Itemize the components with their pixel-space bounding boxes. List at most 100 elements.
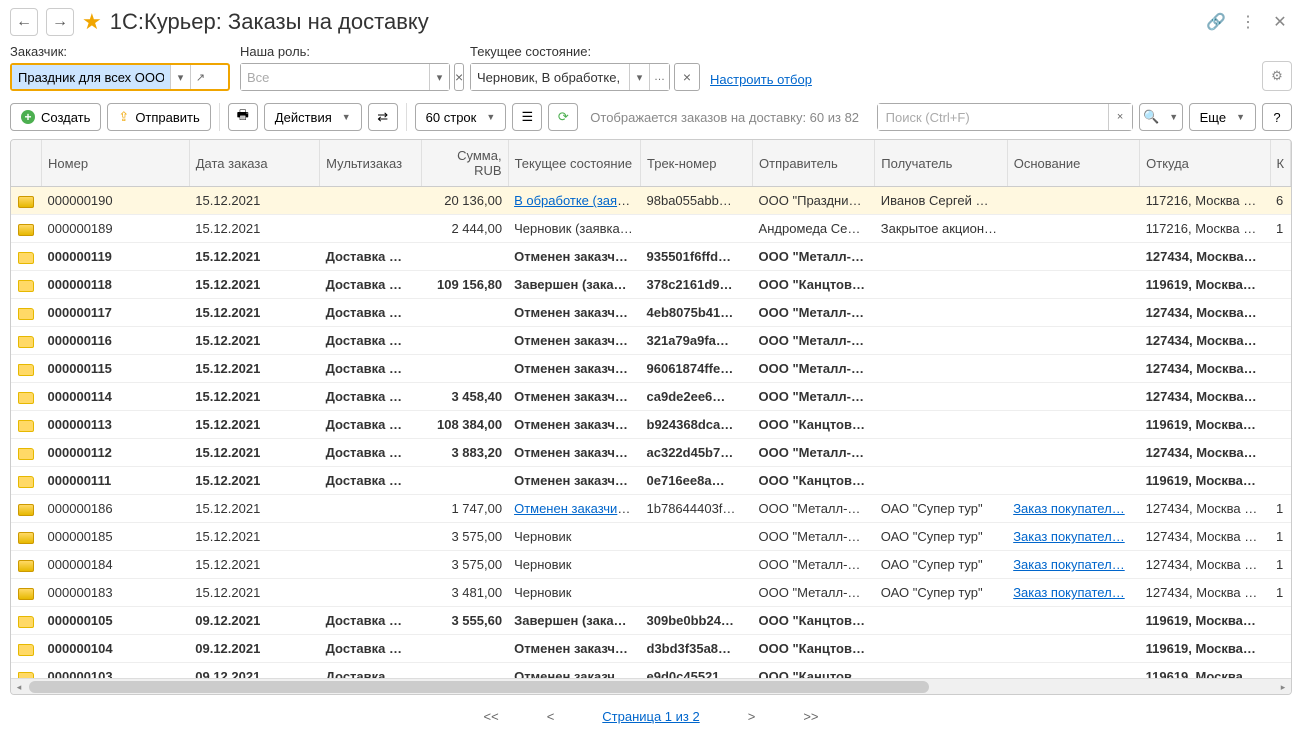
cell-sum bbox=[422, 663, 509, 679]
col-date[interactable]: Дата заказа bbox=[189, 140, 319, 187]
table-row[interactable]: 00000018415.12.20213 575,00ЧерновикООО "… bbox=[11, 551, 1291, 579]
refresh-button[interactable]: ⟳ bbox=[548, 103, 578, 131]
scroll-left-icon[interactable]: ◂ bbox=[11, 679, 27, 695]
state-label: Текущее состояние: bbox=[470, 44, 700, 59]
create-button[interactable]: +Создать bbox=[10, 103, 101, 131]
link-icon[interactable]: 🔗 bbox=[1204, 10, 1228, 34]
table-row[interactable]: 00000018315.12.20213 481,00ЧерновикООО "… bbox=[11, 579, 1291, 607]
state-link[interactable]: В обработке (заяв… bbox=[514, 193, 637, 208]
cell-state: Черновик bbox=[508, 579, 640, 607]
cell-sender: Андромеда Се… bbox=[753, 215, 875, 243]
state-dropdown-icon[interactable]: ▾ bbox=[629, 64, 649, 90]
settings-gear-icon[interactable]: ⚙ bbox=[1262, 61, 1292, 91]
table-row[interactable]: 00000011915.12.2021Доставка …Отменен зак… bbox=[11, 243, 1291, 271]
close-icon[interactable]: ✕ bbox=[1268, 10, 1292, 34]
col-icon[interactable] bbox=[11, 140, 42, 187]
role-input[interactable] bbox=[241, 64, 429, 90]
table-row[interactable]: 00000018515.12.20213 575,00ЧерновикООО "… bbox=[11, 523, 1291, 551]
table-row[interactable]: 00000011315.12.2021Доставка …108 384,00О… bbox=[11, 411, 1291, 439]
favorite-star-icon[interactable]: ★ bbox=[82, 9, 102, 35]
scroll-thumb[interactable] bbox=[29, 681, 929, 693]
table-row[interactable]: 00000011115.12.2021Доставка …Отменен зак… bbox=[11, 467, 1291, 495]
page-prev-button[interactable]: < bbox=[547, 709, 555, 724]
cell-recv bbox=[875, 467, 1007, 495]
cell-sender: ООО "Праздни… bbox=[753, 187, 875, 215]
table-row[interactable]: 00000018615.12.20211 747,00Отменен заказ… bbox=[11, 495, 1291, 523]
page-indicator[interactable]: Страница 1 из 2 bbox=[602, 709, 699, 724]
basis-link[interactable]: Заказ покупател… bbox=[1013, 501, 1125, 516]
divider bbox=[406, 103, 407, 131]
table-row[interactable]: 00000011515.12.2021Доставка …Отменен зак… bbox=[11, 355, 1291, 383]
page-first-button[interactable]: << bbox=[484, 709, 499, 724]
state-more-icon[interactable]: … bbox=[649, 64, 669, 90]
customer-dropdown-icon[interactable]: ▾ bbox=[170, 65, 190, 89]
role-dropdown-icon[interactable]: ▾ bbox=[429, 64, 449, 90]
state-clear-button[interactable]: × bbox=[674, 63, 700, 91]
col-multi[interactable]: Мультизаказ bbox=[320, 140, 422, 187]
col-basis[interactable]: Основание bbox=[1007, 140, 1139, 187]
cell-from: 117216, Москва … bbox=[1140, 187, 1270, 215]
print-button[interactable]: 🖶 bbox=[228, 103, 258, 131]
nav-back-button[interactable]: ← bbox=[10, 8, 38, 36]
swap-button[interactable]: ⇄ bbox=[368, 103, 398, 131]
col-sender[interactable]: Отправитель bbox=[753, 140, 875, 187]
cell-state: Отменен заказч… bbox=[508, 467, 640, 495]
page-last-button[interactable]: >> bbox=[803, 709, 818, 724]
cell-date: 15.12.2021 bbox=[189, 243, 319, 271]
actions-button[interactable]: Действия▼ bbox=[264, 103, 362, 131]
state-input[interactable] bbox=[471, 64, 629, 90]
cell-multi bbox=[320, 187, 422, 215]
basis-link[interactable]: Заказ покупател… bbox=[1013, 529, 1125, 544]
send-button[interactable]: ⇪Отправить bbox=[107, 103, 210, 131]
cell-from: 119619, Москва… bbox=[1140, 607, 1270, 635]
col-from[interactable]: Откуда bbox=[1140, 140, 1270, 187]
col-state[interactable]: Текущее состояние bbox=[508, 140, 640, 187]
table-row[interactable]: 00000011815.12.2021Доставка …109 156,80З… bbox=[11, 271, 1291, 299]
horizontal-scrollbar[interactable]: ◂ ▸ bbox=[11, 678, 1291, 694]
page-next-button[interactable]: > bbox=[748, 709, 756, 724]
table-row[interactable]: 00000011215.12.2021Доставка …3 883,20Отм… bbox=[11, 439, 1291, 467]
col-last[interactable]: К bbox=[1270, 140, 1290, 187]
state-link[interactable]: Отменен заказчик… bbox=[514, 501, 636, 516]
search-clear-button[interactable]: × bbox=[1108, 104, 1132, 130]
table-row[interactable]: 00000010509.12.2021Доставка …3 555,60Зав… bbox=[11, 607, 1291, 635]
table-row[interactable]: 00000011715.12.2021Доставка …Отменен зак… bbox=[11, 299, 1291, 327]
basis-link[interactable]: Заказ покупател… bbox=[1013, 585, 1125, 600]
basis-link[interactable]: Заказ покупател… bbox=[1013, 557, 1125, 572]
col-number[interactable]: Номер bbox=[42, 140, 190, 187]
col-track[interactable]: Трек-номер bbox=[641, 140, 753, 187]
help-button[interactable]: ? bbox=[1262, 103, 1292, 131]
cell-from: 127434, Москва… bbox=[1140, 355, 1270, 383]
cell-sum bbox=[422, 327, 509, 355]
cell-sender: ООО "Канцтов bbox=[753, 663, 875, 679]
cell-basis: Заказ покупател… bbox=[1007, 523, 1139, 551]
kebab-menu-icon[interactable]: ⋮ bbox=[1236, 10, 1260, 34]
table-row[interactable]: 00000010309.12.2021ДоставкаОтменен заказ… bbox=[11, 663, 1291, 679]
more-button[interactable]: Еще▼ bbox=[1189, 103, 1256, 131]
table-row[interactable]: 00000010409.12.2021Доставка …Отменен зак… bbox=[11, 635, 1291, 663]
table-row[interactable]: 00000019015.12.202120 136,00В обработке … bbox=[11, 187, 1291, 215]
configure-filter-link[interactable]: Настроить отбор bbox=[710, 68, 812, 91]
table-row[interactable]: 00000011615.12.2021Доставка …Отменен зак… bbox=[11, 327, 1291, 355]
cell-state: Черновик bbox=[508, 523, 640, 551]
role-clear-button[interactable]: × bbox=[454, 63, 464, 91]
customer-input[interactable] bbox=[12, 65, 170, 89]
cell-track: d3bd3f35a8… bbox=[641, 635, 753, 663]
cell-sum bbox=[422, 635, 509, 663]
table-row[interactable]: 00000011415.12.2021Доставка …3 458,40Отм… bbox=[11, 383, 1291, 411]
cell-sender: ООО "Металл-… bbox=[753, 243, 875, 271]
col-recv[interactable]: Получатель bbox=[875, 140, 1007, 187]
customer-open-icon[interactable]: ↗ bbox=[190, 65, 210, 89]
col-sum[interactable]: Сумма, RUB bbox=[422, 140, 509, 187]
list-view-button[interactable]: ☰ bbox=[512, 103, 542, 131]
scroll-right-icon[interactable]: ▸ bbox=[1275, 679, 1291, 695]
table-row[interactable]: 00000018915.12.20212 444,00Черновик (зая… bbox=[11, 215, 1291, 243]
search-button[interactable]: 🔍▼ bbox=[1139, 103, 1183, 131]
rows-per-page-button[interactable]: 60 строк▼ bbox=[415, 103, 507, 131]
cell-track bbox=[641, 551, 753, 579]
cell-date: 15.12.2021 bbox=[189, 411, 319, 439]
cell-state: Отменен заказч… bbox=[508, 383, 640, 411]
cell-sum: 3 575,00 bbox=[422, 551, 509, 579]
nav-forward-button[interactable]: → bbox=[46, 8, 74, 36]
search-input[interactable] bbox=[878, 104, 1108, 130]
